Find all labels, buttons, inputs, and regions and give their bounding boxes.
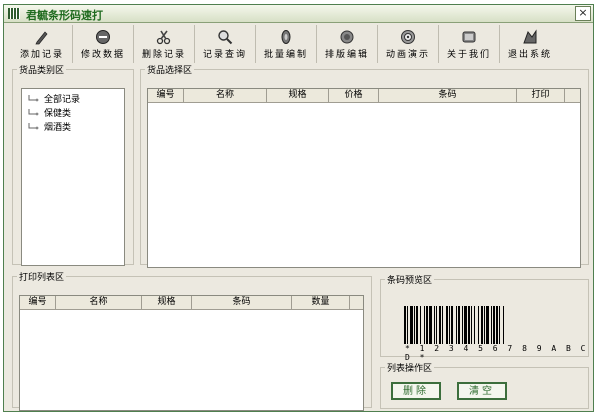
goods-table-header: 编号 名称 规格 价格 条码 打印 — [148, 89, 580, 103]
column-header-id[interactable]: 编号 — [148, 89, 184, 102]
goods-legend: 货品选择区 — [147, 66, 193, 76]
column-header-id[interactable]: 编号 — [20, 296, 56, 309]
toolbar-label: 退出系统 — [507, 50, 552, 60]
print-list-header: 编号 名称 规格 条码 数量 — [20, 296, 363, 310]
column-header-quantity[interactable]: 数量 — [292, 296, 350, 309]
toolbar-label: 排版编辑 — [324, 50, 369, 60]
tree-node-icon — [28, 109, 39, 116]
magnifier-icon — [218, 30, 233, 45]
tree-item-label: 烟酒类 — [44, 122, 72, 133]
tree-item-all[interactable]: 全部记录 — [28, 92, 81, 105]
clear-button[interactable]: 清空 — [457, 382, 507, 400]
add-record-button[interactable]: 添加记录 — [12, 25, 73, 63]
barcode-preview-legend: 条码预览区 — [387, 276, 433, 286]
column-header-spec[interactable]: 规格 — [142, 296, 192, 309]
list-ops-area: 列表操作区 删除 清空 — [380, 361, 589, 409]
column-header-barcode[interactable]: 条码 — [379, 89, 517, 102]
tree-item-health[interactable]: 保健类 — [28, 106, 72, 119]
column-header-name[interactable]: 名称 — [184, 89, 267, 102]
modify-data-button[interactable]: 修改数据 — [73, 25, 134, 63]
column-header-price[interactable]: 价格 — [329, 89, 379, 102]
title-bar: 君毓条形码速打 × — [4, 5, 593, 23]
tree-item-label: 全部记录 — [44, 94, 81, 105]
layout-edit-button[interactable]: 排版编辑 — [317, 25, 378, 63]
batch-icon — [281, 30, 291, 44]
toolbar-label: 记录查询 — [202, 50, 247, 60]
barcode-digits: * 1 2 3 4 5 6 7 8 9 A B C D * — [405, 344, 588, 362]
scissors-icon — [156, 30, 171, 45]
pencil-icon — [35, 31, 48, 45]
window-title: 君毓条形码速打 — [26, 9, 103, 22]
goods-area: 货品选择区 编号 名称 规格 价格 条码 打印 — [140, 63, 589, 268]
edit-disc-icon — [96, 30, 110, 44]
toolbar-label: 删除记录 — [141, 50, 186, 60]
tree-item-tobacco[interactable]: 烟酒类 — [28, 120, 72, 133]
search-record-button[interactable]: 记录查询 — [195, 25, 256, 63]
close-button[interactable]: × — [575, 6, 591, 21]
barcode-image — [404, 306, 504, 344]
toolbar: 添加记录 修改数据 删除记录 记录查询 批量编制 排版编辑 动画演示 关于我们 — [12, 25, 560, 63]
toolbar-label: 动画演示 — [385, 50, 430, 60]
toolbar-label: 关于我们 — [446, 50, 491, 60]
print-list-table[interactable]: 编号 名称 规格 条码 数量 — [19, 295, 364, 411]
column-header-spec[interactable]: 规格 — [267, 89, 329, 102]
toolbar-label: 修改数据 — [80, 50, 125, 60]
exit-system-button[interactable]: 退出系统 — [500, 25, 560, 63]
layout-icon — [340, 30, 354, 44]
app-icon — [8, 8, 20, 19]
main-window: 君毓条形码速打 × 添加记录 修改数据 删除记录 记录查询 批量编制 排版编辑 — [3, 4, 594, 412]
print-list-area: 打印列表区 编号 名称 规格 条码 数量 — [12, 270, 372, 411]
toolbar-label: 批量编制 — [263, 50, 308, 60]
toolbar-label: 添加记录 — [19, 50, 64, 60]
batch-edit-button[interactable]: 批量编制 — [256, 25, 317, 63]
about-icon — [462, 31, 476, 43]
column-header-name[interactable]: 名称 — [56, 296, 142, 309]
tree-node-icon — [28, 123, 39, 130]
barcode-preview-area: 条码预览区 * 1 2 3 4 5 6 7 8 9 A B C D * — [380, 273, 589, 362]
about-us-button[interactable]: 关于我们 — [439, 25, 500, 63]
exit-icon — [523, 29, 537, 44]
column-header-barcode[interactable]: 条码 — [192, 296, 292, 309]
category-legend: 货品类别区 — [19, 66, 65, 76]
tree-item-label: 保健类 — [44, 108, 72, 119]
category-tree: 全部记录 保健类 烟酒类 — [21, 88, 125, 266]
animation-demo-button[interactable]: 动画演示 — [378, 25, 439, 63]
delete-record-button[interactable]: 删除记录 — [134, 25, 195, 63]
print-list-legend: 打印列表区 — [19, 273, 65, 283]
animation-icon — [401, 30, 415, 44]
category-area: 货品类别区 全部记录 保健类 烟酒类 — [12, 63, 134, 266]
column-header-print[interactable]: 打印 — [517, 89, 565, 102]
delete-button[interactable]: 删除 — [391, 382, 441, 400]
goods-table[interactable]: 编号 名称 规格 价格 条码 打印 — [147, 88, 581, 268]
list-ops-legend: 列表操作区 — [387, 364, 433, 374]
tree-node-icon — [28, 95, 39, 102]
